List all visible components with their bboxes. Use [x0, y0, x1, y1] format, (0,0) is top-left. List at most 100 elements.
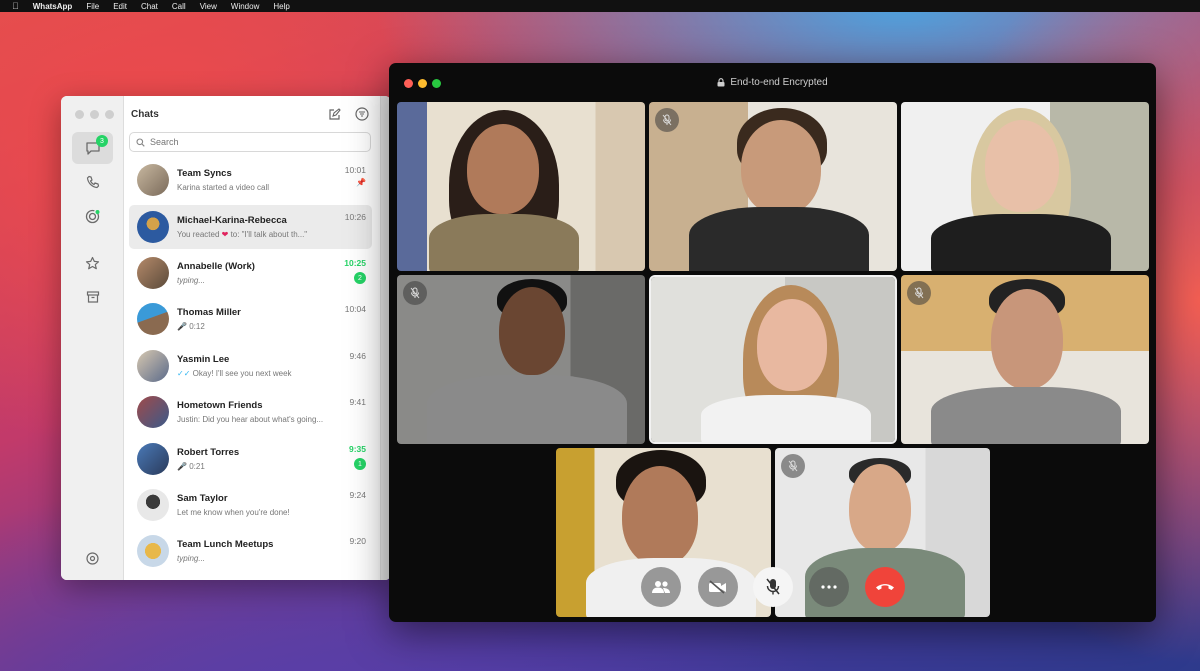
apple-menu-icon[interactable]:  — [12, 1, 19, 11]
avatar — [137, 164, 169, 196]
microphone-muted-icon — [662, 114, 672, 126]
menu-file[interactable]: File — [86, 2, 99, 11]
chat-name: Team Lunch Meetups — [177, 539, 274, 550]
compose-icon — [328, 107, 341, 120]
sidebar-item-starred[interactable] — [72, 247, 113, 279]
chat-preview: typing... — [177, 554, 206, 563]
chat-item-robert-torres[interactable]: Robert Torres 🎤 0:21 9:35 1 — [129, 437, 372, 481]
chat-list-title: Chats — [131, 108, 159, 120]
camera-off-icon — [709, 580, 726, 594]
sidebar-item-chats[interactable]: 3 — [72, 132, 113, 164]
chat-item-michael-karina-rebecca[interactable]: Michael-Karina-Rebecca You reacted ❤ to:… — [129, 205, 372, 249]
preview-text: Okay! I'll see you next week — [192, 369, 292, 378]
chat-item-yasmin-lee[interactable]: Yasmin Lee ✓✓ Okay! I'll see you next we… — [129, 344, 372, 388]
end-call-icon — [876, 584, 894, 590]
chat-preview: 🎤 0:21 — [177, 462, 352, 471]
chat-preview: 🎤 0:12 — [177, 322, 352, 331]
avatar — [137, 211, 169, 243]
participant-video-tile[interactable] — [397, 102, 645, 271]
call-title: End-to-end Encrypted — [730, 77, 828, 88]
more-icon — [821, 585, 837, 589]
status-icon — [85, 209, 100, 223]
sidebar-item-calls[interactable] — [72, 166, 113, 198]
chat-time: 9:41 — [349, 397, 366, 407]
chat-item-hometown-friends[interactable]: Hometown Friends Justin: Did you hear ab… — [129, 390, 372, 434]
mute-button[interactable] — [753, 567, 793, 607]
participant-muted-badge — [781, 454, 805, 478]
chat-item-team-syncs[interactable]: Team Syncs Karina started a video call 1… — [129, 158, 372, 202]
read-receipt-icon: ✓✓ — [177, 369, 191, 378]
video-call-window: End-to-end Encrypted — [389, 63, 1156, 622]
avatar — [137, 350, 169, 382]
voice-duration: 0:21 — [189, 462, 205, 471]
search-input[interactable] — [150, 137, 350, 147]
search-field[interactable] — [129, 132, 371, 152]
participant-muted-badge — [655, 108, 679, 132]
menu-window[interactable]: Window — [231, 2, 259, 11]
participant-muted-badge — [907, 281, 931, 305]
zoom-window-button[interactable] — [105, 110, 114, 119]
microphone-muted-icon — [788, 460, 798, 472]
chat-preview: ✓✓ Okay! I'll see you next week — [177, 369, 352, 378]
participant-body — [427, 375, 627, 444]
participant-body — [931, 214, 1111, 271]
chat-time: 10:26 — [344, 212, 366, 222]
chat-name: Team Syncs — [177, 168, 232, 179]
avatar — [137, 443, 169, 475]
voice-note-icon: 🎤 — [177, 322, 187, 331]
new-chat-button[interactable] — [325, 106, 343, 122]
close-window-button[interactable] — [75, 110, 84, 119]
filter-icon — [355, 107, 369, 121]
chat-time: 10:04 — [344, 304, 366, 314]
chat-preview: typing... — [177, 276, 206, 285]
unread-badge: 2 — [354, 272, 366, 284]
voice-duration: 0:12 — [189, 322, 205, 331]
menu-call[interactable]: Call — [172, 2, 186, 11]
more-options-button[interactable] — [809, 567, 849, 607]
chat-time: 9:35 — [348, 444, 366, 454]
microphone-muted-icon — [410, 287, 420, 299]
chat-item-sam-taylor[interactable]: Sam Taylor Let me know when you're done!… — [129, 483, 372, 527]
sidebar-rail: 3 — [61, 96, 124, 580]
chat-item-thomas-miller[interactable]: Thomas Miller 🎤 0:12 10:04 — [129, 297, 372, 341]
sidebar-item-archive[interactable] — [72, 281, 113, 313]
chat-preview: Karina started a video call — [177, 183, 270, 192]
menu-view[interactable]: View — [200, 2, 217, 11]
menu-edit[interactable]: Edit — [113, 2, 127, 11]
participant-face — [499, 287, 565, 375]
camera-toggle-button[interactable] — [698, 567, 738, 607]
chat-item-team-lunch-meetups[interactable]: Team Lunch Meetups typing... 9:20 — [129, 529, 372, 573]
participant-face — [849, 464, 911, 552]
menu-chat[interactable]: Chat — [141, 2, 158, 11]
filter-chats-button[interactable] — [353, 106, 371, 122]
active-speaker-video-tile[interactable] — [649, 275, 897, 444]
sidebar-item-status[interactable] — [72, 200, 113, 232]
participant-video-tile[interactable] — [397, 275, 645, 444]
end-call-button[interactable] — [865, 567, 905, 607]
sidebar-item-settings[interactable] — [72, 542, 113, 574]
chat-name: Robert Torres — [177, 447, 240, 458]
participant-video-tile[interactable] — [649, 102, 897, 271]
participant-body — [931, 387, 1121, 444]
minimize-window-button[interactable] — [90, 110, 99, 119]
search-icon — [136, 137, 145, 147]
participant-face — [467, 124, 539, 214]
chat-item-annabelle-work[interactable]: Annabelle (Work) typing... 10:25 2 — [129, 251, 372, 295]
chat-time: 10:25 — [344, 258, 366, 268]
chat-preview: Let me know when you're done! — [177, 508, 290, 517]
participant-video-tile[interactable] — [901, 275, 1149, 444]
settings-icon — [86, 551, 99, 565]
menu-app-name[interactable]: WhatsApp — [33, 2, 73, 11]
participant-video-tile[interactable] — [901, 102, 1149, 271]
avatar — [137, 396, 169, 428]
chat-time: 9:20 — [349, 536, 366, 546]
participant-face — [757, 299, 827, 391]
participants-button[interactable] — [641, 567, 681, 607]
call-title-bar: End-to-end Encrypted — [389, 77, 1156, 88]
participant-face — [991, 289, 1063, 389]
chat-list-panel: Chats Team Syncs Karina started a video … — [124, 96, 380, 580]
chat-preview: You reacted ❤ to: "I'll talk about th...… — [177, 230, 352, 239]
participant-face — [985, 120, 1059, 212]
menu-help[interactable]: Help — [273, 2, 289, 11]
window-controls — [75, 110, 114, 119]
